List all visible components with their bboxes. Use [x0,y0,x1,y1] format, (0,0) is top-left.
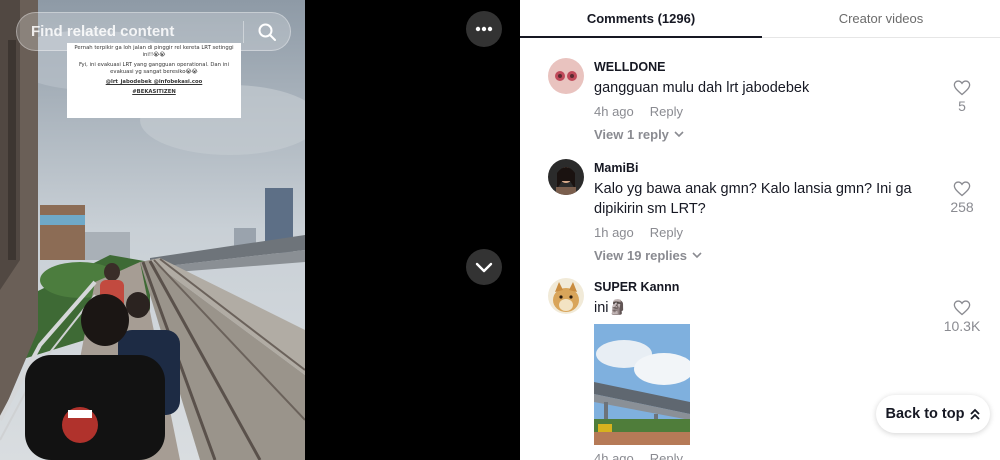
comment-meta: 4h ago Reply [594,451,924,460]
chevron-down-icon [692,252,702,259]
reply-button[interactable]: Reply [650,451,683,460]
comments-panel: Comments (1296) Creator videos WELLDONE … [520,0,1000,460]
search-button[interactable] [244,13,290,50]
comment-meta: 4h ago Reply [594,104,924,119]
view-replies-label: View 1 reply [594,127,669,142]
tab-comments[interactable]: Comments (1296) [520,0,762,38]
like-control: 5 [942,80,982,114]
comment-body: MamiBi Kalo yg bawa anak gmn? Kalo lansi… [594,161,924,265]
app-root: Pernah terpikir ga loh jalan di pinggir … [0,0,1000,460]
caption-line-1: Pernah terpikir ga loh jalan di pinggir … [74,45,234,58]
comment-text: gangguan mulu dah lrt jabodebek [594,80,810,96]
panel-tabs: Comments (1296) Creator videos [520,0,1000,38]
comment-time: 4h ago [594,104,634,119]
like-control: 258 [942,181,982,215]
comment-meta: 1h ago Reply [594,225,924,240]
heart-outline-icon[interactable] [953,181,971,197]
search-icon [258,23,276,41]
comment-username[interactable]: MamiBi [594,161,924,175]
chevron-down-icon [674,131,684,138]
comment-body: SUPER Kannn ini🗿 4h ago Reply [594,280,924,460]
back-to-top-label: Back to top [885,406,965,422]
more-horizontal-icon [475,26,493,32]
more-options-button[interactable] [466,11,502,47]
chevron-down-icon [475,262,493,273]
comment-username[interactable]: SUPER Kannn [594,280,924,294]
reply-button[interactable]: Reply [650,225,683,240]
avatar[interactable] [548,159,584,195]
double-chevron-up-icon [970,408,981,420]
video-player[interactable]: Pernah terpikir ga loh jalan di pinggir … [0,0,520,460]
video-caption-overlay: Pernah terpikir ga loh jalan di pinggir … [67,43,241,118]
caption-hashtag: #BEKASITIZEN [132,89,176,95]
view-replies-label: View 19 replies [594,248,687,263]
heart-outline-icon[interactable] [953,300,971,316]
comment-time: 4h ago [594,451,634,460]
tab-creator-videos[interactable]: Creator videos [762,0,1000,37]
heart-outline-icon[interactable] [953,80,971,96]
like-control: 10.3K [942,300,982,334]
like-count: 5 [958,98,966,114]
view-replies-button[interactable]: View 1 reply [594,127,684,142]
comment-body: WELLDONE gangguan mulu dah lrt jabodebek… [594,60,924,144]
like-count: 258 [950,199,974,215]
avatar[interactable] [548,278,584,314]
comment-time: 1h ago [594,225,634,240]
back-to-top-button[interactable]: Back to top [876,395,990,433]
avatar[interactable] [548,58,584,94]
caption-line-2: Fyi, ini evakuasi LRT yang gangguan oper… [78,62,230,75]
view-replies-button[interactable]: View 19 replies [594,248,702,263]
like-count: 10.3K [943,318,981,334]
next-video-button[interactable] [466,249,502,285]
reply-button[interactable]: Reply [650,104,683,119]
caption-mentions: @lrt_jabodebek @infobekasi.coo [105,79,203,85]
comment-image-attachment[interactable] [594,324,690,445]
comment-text: ini🗿 [594,300,627,316]
comment-username[interactable]: WELLDONE [594,60,924,74]
comment-text: Kalo yg bawa anak gmn? Kalo lansia gmn? … [594,181,912,217]
